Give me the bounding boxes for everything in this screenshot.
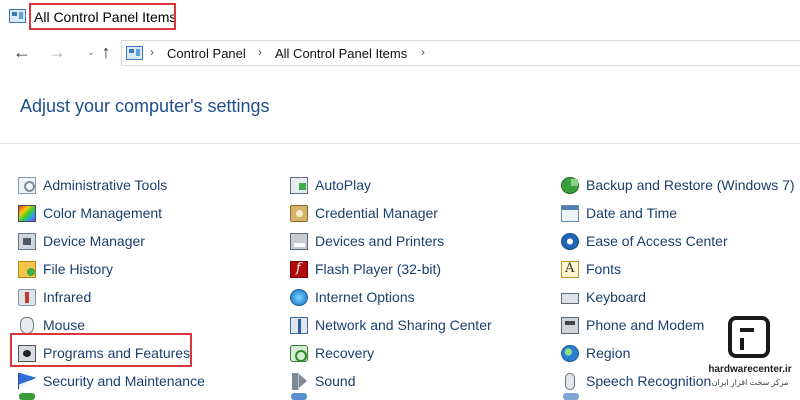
item-sound[interactable]: Sound [290, 367, 550, 395]
item-label: Speech Recognition [586, 373, 712, 389]
item-ease-of-access-center[interactable]: Ease of Access Center [561, 227, 800, 255]
address-bar[interactable]: › Control Panel › All Control Panel Item… [121, 40, 800, 66]
item-label: Region [586, 345, 631, 361]
hardwarecenter-logo-icon [728, 316, 770, 358]
item-recovery[interactable]: Recovery [290, 339, 550, 367]
item-label: Color Management [43, 205, 163, 221]
item-label: Recovery [315, 345, 375, 361]
flash-player-icon [290, 260, 308, 278]
credential-manager-icon [290, 204, 308, 222]
keyboard-icon [561, 292, 579, 304]
breadcrumb-separator[interactable]: › [421, 45, 425, 59]
partial-item-icon [291, 393, 307, 400]
device-manager-icon [18, 232, 36, 250]
page-heading: Adjust your computer's settings [20, 96, 270, 116]
watermark-site: hardwarecenter.ir [708, 364, 792, 375]
breadcrumb-separator[interactable]: › [258, 45, 262, 59]
item-label: Backup and Restore (Windows 7) [586, 177, 795, 193]
fonts-icon [561, 260, 579, 278]
file-history-icon [18, 260, 36, 278]
watermark: hardwarecenter.ir مرکز سخت افزار ایران [700, 316, 800, 392]
title-bar: All Control Panel Items [0, 0, 800, 34]
infrared-icon [18, 288, 36, 306]
ease-of-access-icon [561, 232, 579, 250]
item-label: Phone and Modem [586, 317, 705, 333]
mouse-icon [20, 316, 34, 334]
arrow-left-icon[interactable]: ← [11, 41, 33, 63]
item-label: Keyboard [586, 289, 646, 305]
arrow-right-icon[interactable]: → [46, 41, 68, 63]
item-label: Flash Player (32-bit) [315, 261, 442, 277]
item-label: Devices and Printers [315, 233, 445, 249]
item-label: AutoPlay [315, 177, 372, 193]
item-devices-and-printers[interactable]: Devices and Printers [290, 227, 550, 255]
item-internet-options[interactable]: Internet Options [290, 283, 550, 311]
breadcrumb-separator[interactable]: › [150, 45, 154, 59]
item-label: Internet Options [315, 289, 415, 305]
item-label: Sound [315, 373, 356, 389]
item-label: Date and Time [586, 205, 678, 221]
administrative-tools-icon [18, 176, 36, 194]
item-label: Device Manager [43, 233, 145, 249]
item-label: Security and Maintenance [43, 373, 205, 389]
item-administrative-tools[interactable]: Administrative Tools [18, 171, 268, 199]
item-network-and-sharing-center[interactable]: Network and Sharing Center [290, 311, 550, 339]
microphone-icon [565, 372, 575, 390]
item-flash-player[interactable]: Flash Player (32-bit) [290, 255, 550, 283]
item-label: Ease of Access Center [586, 233, 728, 249]
breadcrumb-all-items[interactable]: All Control Panel Items [275, 46, 407, 61]
item-device-manager[interactable]: Device Manager [18, 227, 268, 255]
item-backup-and-restore[interactable]: Backup and Restore (Windows 7) [561, 171, 800, 199]
item-label: Network and Sharing Center [315, 317, 492, 333]
item-autoplay[interactable]: AutoPlay [290, 171, 550, 199]
item-date-and-time[interactable]: Date and Time [561, 199, 800, 227]
partial-item-icon [19, 393, 35, 400]
partial-item-icon [563, 393, 579, 400]
phone-modem-icon [561, 316, 579, 334]
item-credential-manager[interactable]: Credential Manager [290, 199, 550, 227]
item-label: Credential Manager [315, 205, 438, 221]
item-file-history[interactable]: File History [18, 255, 268, 283]
item-label: File History [43, 261, 114, 277]
speaker-icon [292, 372, 307, 390]
item-label: Administrative Tools [43, 177, 168, 193]
item-fonts[interactable]: Fonts [561, 255, 800, 283]
item-label: Fonts [586, 261, 622, 277]
item-label: Mouse [43, 317, 86, 333]
title-highlight-box [29, 3, 176, 30]
security-flag-icon [18, 372, 36, 390]
divider [0, 143, 800, 144]
region-globe-icon [561, 344, 579, 362]
recovery-icon [290, 344, 308, 362]
printer-icon [290, 232, 308, 250]
items-column-2: AutoPlay Credential Manager Devices and … [290, 171, 550, 395]
network-icon [290, 316, 308, 334]
watermark-tagline: مرکز سخت افزار ایران [711, 378, 789, 387]
item-keyboard[interactable]: Keyboard [561, 283, 800, 311]
color-management-icon [18, 204, 36, 222]
control-panel-icon [126, 46, 143, 60]
date-time-icon [561, 204, 579, 222]
item-security-and-maintenance[interactable]: Security and Maintenance [18, 367, 268, 395]
item-color-management[interactable]: Color Management [18, 199, 268, 227]
navigation-bar: ← → ⌄ ↑ › Control Panel › All Control Pa… [0, 38, 800, 68]
arrow-up-icon[interactable]: ↑ [95, 41, 117, 63]
control-panel-icon [9, 9, 26, 23]
autoplay-icon [290, 176, 308, 194]
internet-options-icon [290, 288, 308, 306]
backup-restore-icon [561, 176, 579, 194]
item-infrared[interactable]: Infrared [18, 283, 268, 311]
item-label: Infrared [43, 289, 92, 305]
programs-highlight-box [10, 333, 192, 367]
breadcrumb-control-panel[interactable]: Control Panel [167, 46, 246, 61]
